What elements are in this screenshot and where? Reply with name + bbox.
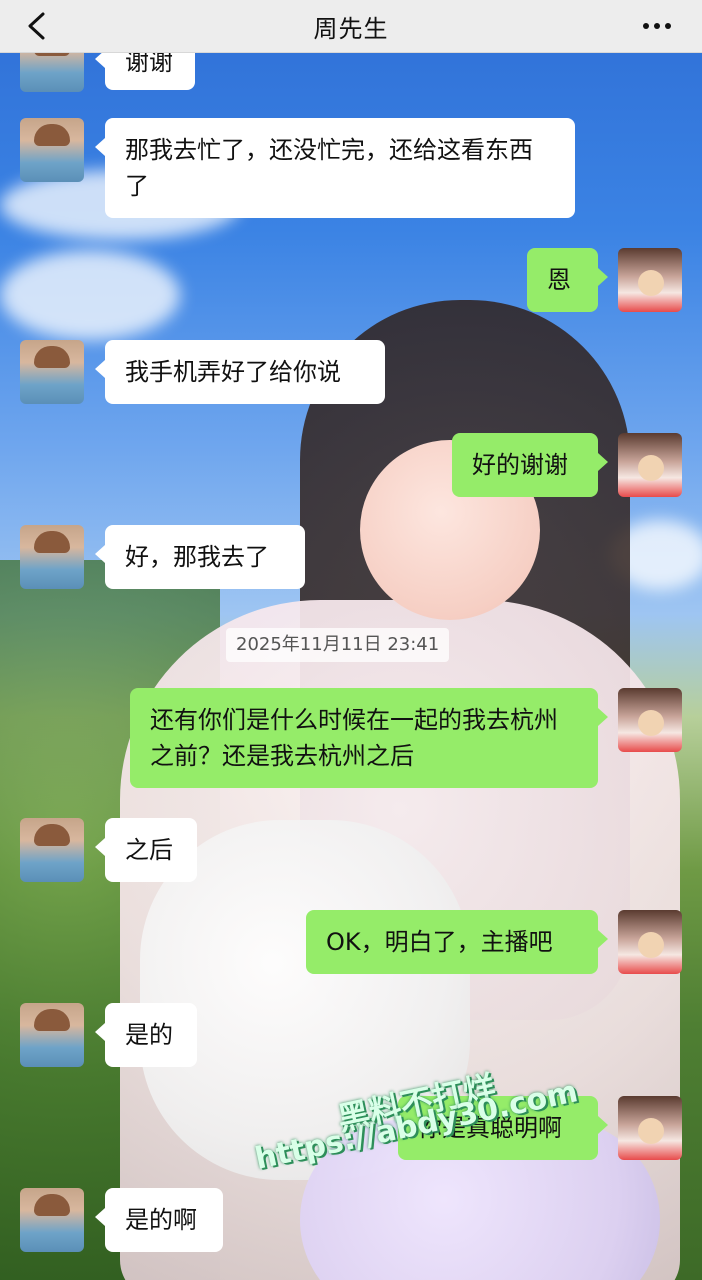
message-text: 我手机弄好了给你说 — [125, 358, 341, 386]
more-icon[interactable] — [640, 14, 674, 38]
message-bubble[interactable]: 我手机弄好了给你说 — [95, 340, 385, 404]
top-bar: 周先生 — [0, 0, 702, 53]
message-bubble[interactable]: 好的谢谢 — [452, 433, 608, 497]
message-bubble[interactable]: 那我去忙了，还没忙完，还给这看东西了 — [95, 118, 575, 218]
message-bubble[interactable]: 恩 — [527, 248, 608, 312]
chat-screen: 周先生 谢谢 那我去忙了，还没忙完，还给这看东西了 恩 我手机弄好了给你说 好的… — [0, 0, 702, 1280]
avatar-self[interactable] — [618, 1096, 682, 1160]
message-text: 还有你们是什么时候在一起的我去杭州之前？还是我去杭州之后 — [150, 706, 558, 770]
message-bubble[interactable]: OK，明白了，主播吧 — [306, 910, 608, 974]
message-text: 之后 — [125, 836, 173, 864]
avatar-self[interactable] — [618, 688, 682, 752]
avatar-self[interactable] — [618, 433, 682, 497]
avatar-contact[interactable] — [20, 818, 84, 882]
message-text: 是的 — [125, 1021, 173, 1049]
avatar-contact[interactable] — [20, 1188, 84, 1252]
message-bubble[interactable]: 是的 — [95, 1003, 197, 1067]
message-bubble[interactable]: 是的啊 — [95, 1188, 223, 1252]
avatar-contact[interactable] — [20, 118, 84, 182]
message-text: 好，那我去了 — [125, 543, 269, 571]
chat-timestamp: 2025年11月11日 23:41 — [226, 628, 450, 662]
message-text: 是的啊 — [125, 1206, 197, 1234]
message-text: 好的谢谢 — [472, 451, 568, 479]
avatar-contact[interactable] — [20, 1003, 84, 1067]
back-icon[interactable] — [20, 8, 52, 44]
message-bubble[interactable]: 好，那我去了 — [95, 525, 305, 589]
message-bubble[interactable]: 之后 — [95, 818, 197, 882]
message-text: 恩 — [547, 266, 571, 294]
message-text: 那我去忙了，还没忙完，还给这看东西了 — [125, 136, 533, 200]
avatar-self[interactable] — [618, 910, 682, 974]
avatar-self[interactable] — [618, 248, 682, 312]
message-bubble[interactable]: 还有你们是什么时候在一起的我去杭州之前？还是我去杭州之后 — [130, 688, 608, 788]
background-cloud — [0, 250, 180, 340]
message-text: OK，明白了，主播吧 — [326, 928, 553, 956]
avatar-contact[interactable] — [20, 340, 84, 404]
chat-title: 周先生 — [313, 14, 389, 43]
avatar-contact[interactable] — [20, 525, 84, 589]
